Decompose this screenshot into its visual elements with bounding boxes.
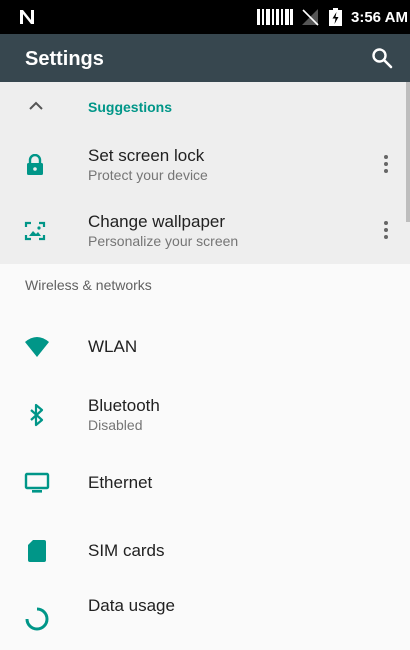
suggestion-change-wallpaper[interactable]: Change wallpaper Personalize your screen	[0, 200, 410, 264]
sim-card-icon	[28, 540, 46, 562]
scrollbar[interactable]	[406, 82, 410, 222]
suggestions-panel: Suggestions Set screen lock Protect your…	[0, 82, 410, 264]
suggestion-subtitle: Personalize your screen	[88, 233, 239, 249]
page-title: Settings	[25, 48, 104, 70]
suggestions-label: Suggestions	[88, 99, 173, 115]
search-icon[interactable]	[371, 47, 393, 69]
ethernet-icon	[24, 472, 50, 493]
battery-charging-icon	[329, 8, 342, 26]
settings-item-title: Ethernet	[88, 473, 153, 492]
settings-item-wlan[interactable]: WLAN	[0, 316, 406, 378]
settings-item-sim-cards[interactable]: SIM cards	[0, 520, 406, 582]
settings-item-title: WLAN	[88, 337, 138, 356]
barcode-icon	[257, 9, 293, 25]
settings-item-title: SIM cards	[88, 541, 165, 560]
wifi-icon	[25, 337, 49, 357]
lock-icon	[27, 154, 43, 175]
signal-off-icon	[302, 9, 319, 26]
settings-item-subtitle: Disabled	[88, 417, 143, 433]
more-vert-icon[interactable]	[380, 220, 392, 240]
settings-item-ethernet[interactable]: Ethernet	[0, 452, 406, 514]
app-bar: Settings	[0, 34, 410, 82]
status-bar: 3:56 AM	[0, 0, 410, 34]
more-vert-icon[interactable]	[380, 154, 392, 174]
suggestion-title: Change wallpaper	[88, 212, 226, 231]
bluetooth-icon	[30, 403, 44, 427]
settings-item-title: Bluetooth	[88, 396, 160, 415]
settings-item-title: Data usage	[88, 596, 175, 615]
wallpaper-icon	[24, 221, 46, 241]
suggestions-header[interactable]: Suggestions	[0, 82, 410, 128]
suggestion-subtitle: Protect your device	[88, 167, 208, 183]
status-time: 3:56 AM	[351, 9, 408, 26]
data-usage-icon	[25, 607, 49, 631]
suggestion-title: Set screen lock	[88, 146, 205, 165]
chevron-up-icon[interactable]	[29, 100, 43, 110]
suggestion-set-screen-lock[interactable]: Set screen lock Protect your device	[0, 134, 410, 198]
settings-item-data-usage[interactable]: Data usage	[0, 588, 406, 650]
section-header-wireless: Wireless & networks	[25, 277, 152, 293]
notification-n-icon	[20, 10, 34, 24]
settings-item-bluetooth[interactable]: Bluetooth Disabled	[0, 384, 406, 446]
